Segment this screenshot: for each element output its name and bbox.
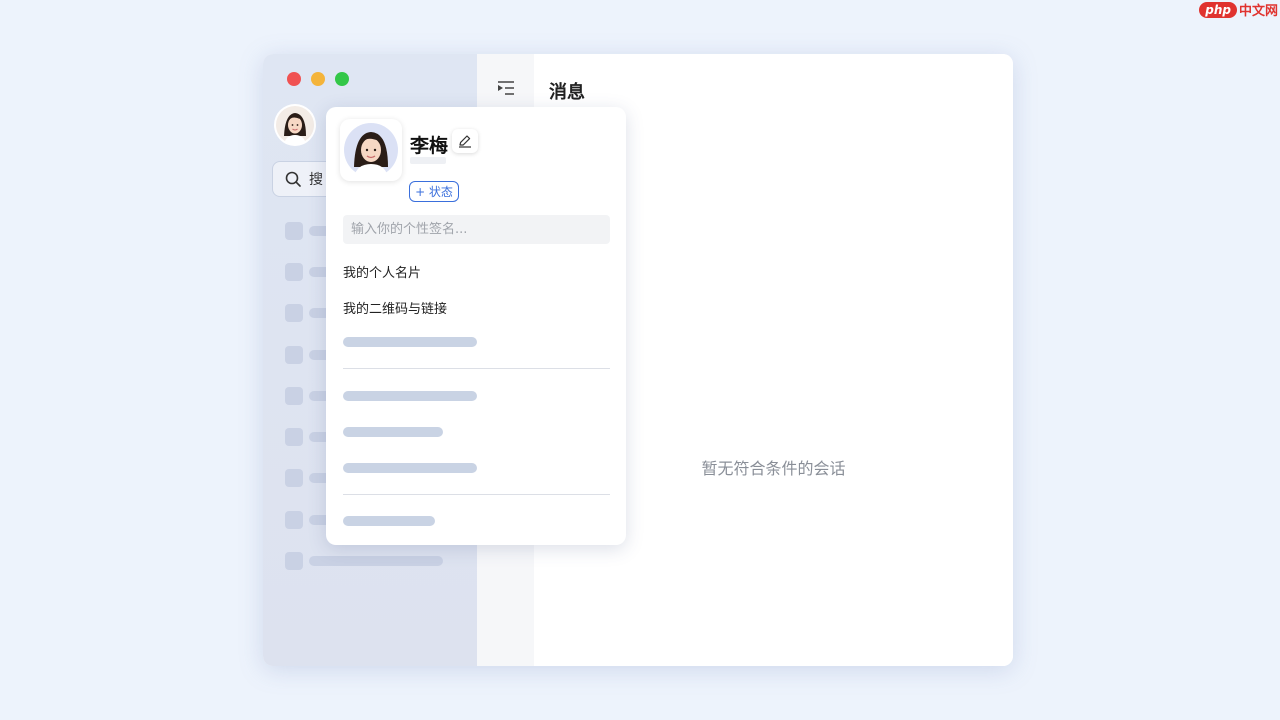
watermark-text: 中文网 [1238, 4, 1278, 19]
name-subtitle-placeholder [410, 157, 446, 164]
search-icon [285, 171, 301, 187]
menu-item-placeholder [343, 516, 435, 526]
maximize-window-button[interactable] [335, 72, 349, 86]
search-label: 搜 [309, 172, 323, 188]
menu-item-placeholder [343, 337, 477, 347]
profile-name: 李梅 [410, 135, 449, 157]
pencil-icon [459, 135, 471, 148]
minimize-window-button[interactable] [311, 72, 325, 86]
close-window-button[interactable] [287, 72, 301, 86]
window-controls [287, 72, 349, 86]
signature-input[interactable] [343, 215, 610, 244]
menu-divider [343, 494, 610, 495]
menu-item-placeholder [343, 427, 443, 437]
watermark-badge: php [1199, 1, 1237, 18]
menu-indent-icon[interactable] [497, 80, 515, 96]
page-title: 消息 [549, 82, 585, 103]
menu-item-placeholder [343, 463, 477, 473]
menu-divider [343, 368, 610, 369]
conversation-placeholder [285, 552, 443, 570]
profile-avatar[interactable] [340, 119, 402, 181]
profile-popup: 李梅 + 状态 我的个人名片 我的二维码与链接 [326, 107, 626, 545]
menu-item-qrcode-link[interactable]: 我的二维码与链接 [343, 298, 447, 317]
add-status-button[interactable]: + 状态 [409, 181, 459, 202]
edit-profile-button[interactable] [452, 129, 478, 153]
avatar-portrait-icon [276, 106, 314, 144]
avatar-portrait-icon [344, 123, 398, 177]
menu-item-placeholder [343, 391, 477, 401]
user-avatar[interactable] [274, 104, 316, 146]
watermark: php 中文网 [1199, 0, 1278, 19]
menu-item-business-card[interactable]: 我的个人名片 [343, 262, 421, 281]
